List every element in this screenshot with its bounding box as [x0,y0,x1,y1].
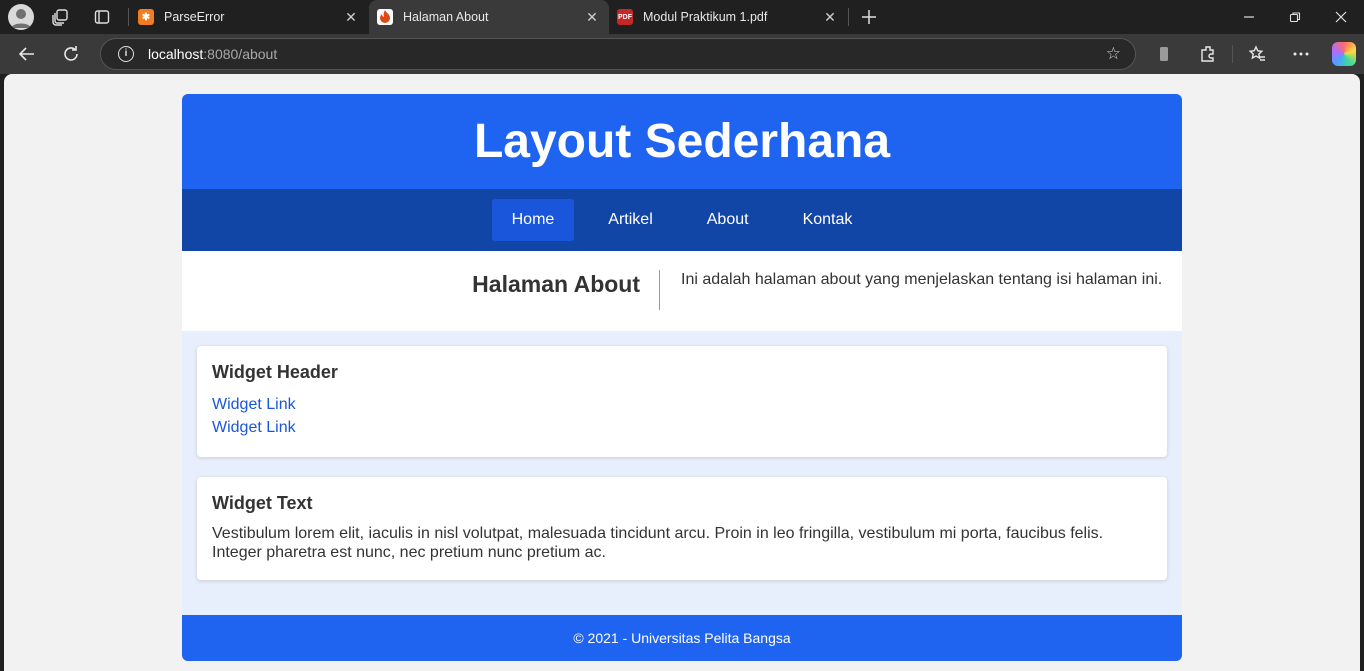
tab-modul-praktikum[interactable]: PDF Modul Praktikum 1.pdf ✕ [609,0,847,34]
widget-link[interactable]: Widget Link [212,393,1152,416]
url-path: :8080/about [203,46,278,62]
hero-section: Halaman About Ini adalah halaman about y… [182,251,1182,331]
tab-parseerror[interactable]: ✱ ParseError ✕ [130,0,368,34]
nav-kontak[interactable]: Kontak [783,199,873,241]
widget-link[interactable]: Widget Link [212,416,1152,439]
nav-home[interactable]: Home [491,199,575,241]
tab-title: Modul Praktikum 1.pdf [643,10,768,24]
back-arrow-icon[interactable] [13,40,41,68]
profile-avatar-icon[interactable] [8,4,34,30]
address-bar[interactable]: i localhost:8080/about ☆ [100,38,1136,70]
more-menu-icon[interactable] [1287,40,1315,68]
url-host: localhost [148,46,204,62]
workspaces-icon[interactable] [48,5,72,29]
xampp-icon: ✱ [138,9,154,25]
widget-text-box: Widget Text Vestibulum lorem elit, iacul… [197,477,1167,580]
toolbar-separator [1232,45,1233,63]
close-icon[interactable]: ✕ [583,9,601,26]
widget-area: Widget Header Widget Link Widget Link Wi… [182,331,1182,615]
tab-halaman-about[interactable]: Halaman About ✕ [369,0,609,34]
favorite-star-icon[interactable]: ☆ [1106,44,1121,64]
site-header: Layout Sederhana [182,94,1182,189]
minimize-icon[interactable] [1226,0,1272,34]
tab-separator [848,8,849,26]
site-title: Layout Sederhana [473,115,891,168]
nav-about[interactable]: About [687,199,769,241]
page-container: Layout Sederhana Home Artikel About Kont… [182,94,1182,661]
widget-header-box: Widget Header Widget Link Widget Link [197,346,1167,457]
tab-title: ParseError [164,10,225,24]
widget-title: Widget Text [212,493,313,513]
page-viewport: Layout Sederhana Home Artikel About Kont… [4,74,1360,671]
tab-separator [128,8,129,26]
phone-icon[interactable] [1150,40,1178,68]
extensions-icon[interactable] [1194,40,1222,68]
site-info-icon[interactable]: i [118,46,134,62]
url-text: localhost:8080/about [148,46,277,62]
favorites-icon[interactable] [1243,40,1271,68]
widget-text: Vestibulum lorem elit, iaculis in nisl v… [212,525,1104,561]
pdf-icon: PDF [617,9,633,25]
vertical-tabs-icon[interactable] [90,5,114,29]
copilot-icon[interactable] [1332,42,1356,66]
widget-title: Widget Header [212,362,338,382]
hero-divider [659,270,660,310]
close-window-icon[interactable] [1318,0,1364,34]
main-nav: Home Artikel About Kontak [182,189,1182,251]
close-icon[interactable]: ✕ [342,9,360,26]
tab-title: Halaman About [403,10,489,24]
browser-toolbar: i localhost:8080/about ☆ [0,34,1364,74]
restore-icon[interactable] [1272,0,1318,34]
page-title: Halaman About [472,271,640,297]
new-tab-icon[interactable] [857,5,881,29]
codeigniter-icon [377,9,393,25]
footer-text: © 2021 - Universitas Pelita Bangsa [573,630,791,646]
tab-strip: ✱ ParseError ✕ Halaman About ✕ PDF Modul… [0,0,1364,34]
nav-artikel[interactable]: Artikel [588,199,672,241]
site-footer: © 2021 - Universitas Pelita Bangsa [182,615,1182,661]
refresh-icon[interactable] [57,40,85,68]
hero-description: Ini adalah halaman about yang menjelaska… [681,271,1163,288]
close-icon[interactable]: ✕ [821,9,839,26]
